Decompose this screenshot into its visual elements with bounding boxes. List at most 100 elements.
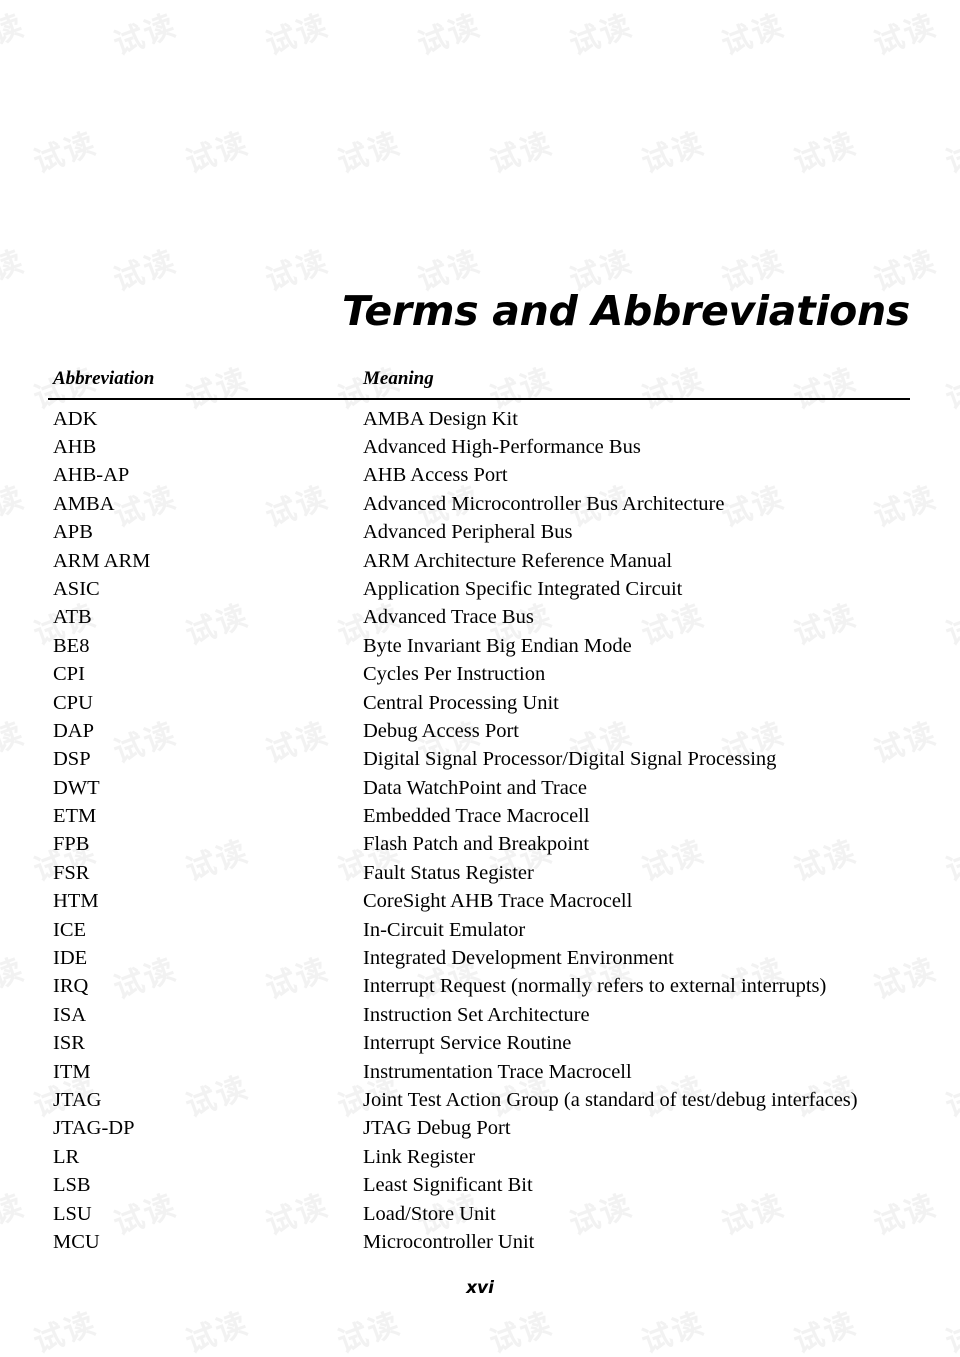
cell-meaning: Debug Access Port — [363, 719, 520, 742]
cell-abbreviation: JTAG-DP — [53, 1117, 135, 1140]
cell-abbreviation: LSB — [53, 1174, 91, 1197]
table-row: ARM ARM ARM Architecture Reference Manual — [48, 548, 910, 576]
cell-meaning: Joint Test Action Group (a standard of t… — [363, 1088, 858, 1111]
cell-meaning: In-Circuit Emulator — [363, 918, 526, 941]
cell-meaning: Interrupt Request (normally refers to ex… — [363, 975, 827, 998]
table-row: APB Advanced Peripheral Bus — [48, 519, 910, 547]
cell-abbreviation: ISR — [53, 1032, 85, 1055]
table-row: JTAG-DP JTAG Debug Port — [48, 1115, 910, 1143]
cell-meaning: Flash Patch and Breakpoint — [363, 833, 590, 856]
cell-abbreviation: BE8 — [53, 634, 90, 657]
cell-meaning: ARM Architecture Reference Manual — [363, 549, 673, 572]
cell-meaning: Instruction Set Architecture — [363, 1003, 590, 1026]
cell-abbreviation: ASIC — [53, 577, 100, 600]
cell-meaning: CoreSight AHB Trace Macrocell — [363, 890, 633, 913]
cell-meaning: Data WatchPoint and Trace — [363, 776, 587, 799]
cell-abbreviation: IDE — [53, 947, 88, 970]
table-row: DSP Digital Signal Processor/Digital Sign… — [48, 746, 910, 774]
cell-meaning: AHB Access Port — [363, 464, 508, 487]
column-header-meaning: Meaning — [363, 368, 434, 389]
table-row: ADK AMBA Design Kit — [48, 406, 910, 434]
page-number: xvi — [466, 1278, 494, 1298]
cell-abbreviation: AHB — [53, 435, 97, 458]
table-row: IDE Integrated Development Environment — [48, 945, 910, 973]
cell-abbreviation: DSP — [53, 748, 91, 771]
table-row: FPB Flash Patch and Breakpoint — [48, 831, 910, 859]
table-row: CPI Cycles Per Instruction — [48, 661, 910, 689]
table-row: ETM Embedded Trace Macrocell — [48, 803, 910, 831]
table-row: ATB Advanced Trace Bus — [48, 604, 910, 632]
cell-meaning: Digital Signal Processor/Digital Signal … — [363, 748, 777, 771]
cell-abbreviation: APB — [53, 521, 93, 544]
page-title: Terms and Abbreviations — [341, 287, 910, 336]
cell-meaning: Least Significant Bit — [363, 1174, 533, 1197]
page-content: Terms and Abbreviations Abbreviation Mea… — [0, 0, 960, 1357]
cell-meaning: Fault Status Register — [363, 861, 534, 884]
cell-meaning: Advanced Peripheral Bus — [363, 521, 573, 544]
cell-meaning: Advanced Microcontroller Bus Architectur… — [363, 492, 725, 515]
table-row: LSB Least Significant Bit — [48, 1172, 910, 1200]
document-page: 试读 试读 试读 试读 试读 试读 试读 试读 试读 试读 试读 试读 试读 试读 试读 试读 试读 试读 试读 试读… — [0, 0, 960, 1357]
table-row: LSU Load/Store Unit — [48, 1201, 910, 1229]
cell-meaning: Embedded Trace Macrocell — [363, 805, 590, 828]
cell-abbreviation: ADK — [53, 407, 98, 430]
table-row: AHB-AP AHB Access Port — [48, 462, 910, 490]
header-divider-rule — [48, 398, 910, 400]
table-row: ASIC Application Specific Integrated Circ… — [48, 576, 910, 604]
table-row: DWT Data WatchPoint and Trace — [48, 775, 910, 803]
cell-meaning: Link Register — [363, 1145, 476, 1168]
cell-abbreviation: DAP — [53, 719, 95, 742]
cell-abbreviation: AHB-AP — [53, 464, 130, 487]
cell-abbreviation: DWT — [53, 776, 100, 799]
cell-abbreviation: FSR — [53, 861, 90, 884]
table-row: LR Link Register — [48, 1144, 910, 1172]
cell-meaning: Integrated Development Environment — [363, 947, 674, 970]
table-row: ISA Instruction Set Architecture — [48, 1002, 910, 1030]
cell-abbreviation: LR — [53, 1145, 80, 1168]
cell-abbreviation: IRQ — [53, 975, 89, 998]
table-row: DAP Debug Access Port — [48, 718, 910, 746]
table-body: ADK AMBA Design Kit AHB Advanced High-Perfo… — [48, 406, 910, 1258]
cell-meaning: Advanced Trace Bus — [363, 606, 534, 629]
cell-abbreviation: JTAG — [53, 1088, 102, 1111]
cell-meaning: Interrupt Service Routine — [363, 1032, 572, 1055]
cell-abbreviation: ITM — [53, 1060, 91, 1083]
table-row: CPU Central Processing Unit — [48, 690, 910, 718]
abbreviations-table: Abbreviation Meaning ADK AMBA Design Kit A… — [48, 368, 910, 1257]
cell-meaning: Central Processing Unit — [363, 691, 559, 714]
cell-meaning: Instrumentation Trace Macrocell — [363, 1060, 632, 1083]
cell-abbreviation: HTM — [53, 890, 99, 913]
cell-abbreviation: MCU — [53, 1230, 100, 1253]
table-row: FSR Fault Status Register — [48, 860, 910, 888]
table-row: BE8 Byte Invariant Big Endian Mode — [48, 633, 910, 661]
table-row: IRQ Interrupt Request (normally refers to… — [48, 973, 910, 1001]
cell-meaning: Advanced High-Performance Bus — [363, 435, 641, 458]
cell-meaning: Byte Invariant Big Endian Mode — [363, 634, 632, 657]
table-row: ITM Instrumentation Trace Macrocell — [48, 1059, 910, 1087]
cell-meaning: Cycles Per Instruction — [363, 663, 546, 686]
cell-abbreviation: ATB — [53, 606, 92, 629]
table-row: ICE In-Circuit Emulator — [48, 917, 910, 945]
cell-abbreviation: CPU — [53, 691, 93, 714]
cell-abbreviation: LSU — [53, 1202, 92, 1225]
table-row: ISR Interrupt Service Routine — [48, 1030, 910, 1058]
table-row: MCU Microcontroller Unit — [48, 1229, 910, 1257]
column-header-abbreviation: Abbreviation — [53, 368, 155, 389]
cell-meaning: AMBA Design Kit — [363, 407, 518, 430]
cell-meaning: Application Specific Integrated Circuit — [363, 577, 683, 600]
table-header-row: Abbreviation Meaning — [48, 368, 910, 394]
table-row: AMBA Advanced Microcontroller Bus Archite… — [48, 491, 910, 519]
table-row: JTAG Joint Test Action Group (a standard … — [48, 1087, 910, 1115]
cell-abbreviation: AMBA — [53, 492, 115, 515]
cell-abbreviation: ETM — [53, 805, 97, 828]
table-row: AHB Advanced High-Performance Bus — [48, 434, 910, 462]
cell-meaning: Load/Store Unit — [363, 1202, 496, 1225]
cell-abbreviation: ARM ARM — [53, 549, 151, 572]
cell-abbreviation: ICE — [53, 918, 87, 941]
cell-abbreviation: FPB — [53, 833, 90, 856]
cell-abbreviation: CPI — [53, 663, 85, 686]
cell-meaning: Microcontroller Unit — [363, 1230, 535, 1253]
table-row: HTM CoreSight AHB Trace Macrocell — [48, 888, 910, 916]
cell-abbreviation: ISA — [53, 1003, 87, 1026]
cell-meaning: JTAG Debug Port — [363, 1117, 511, 1140]
